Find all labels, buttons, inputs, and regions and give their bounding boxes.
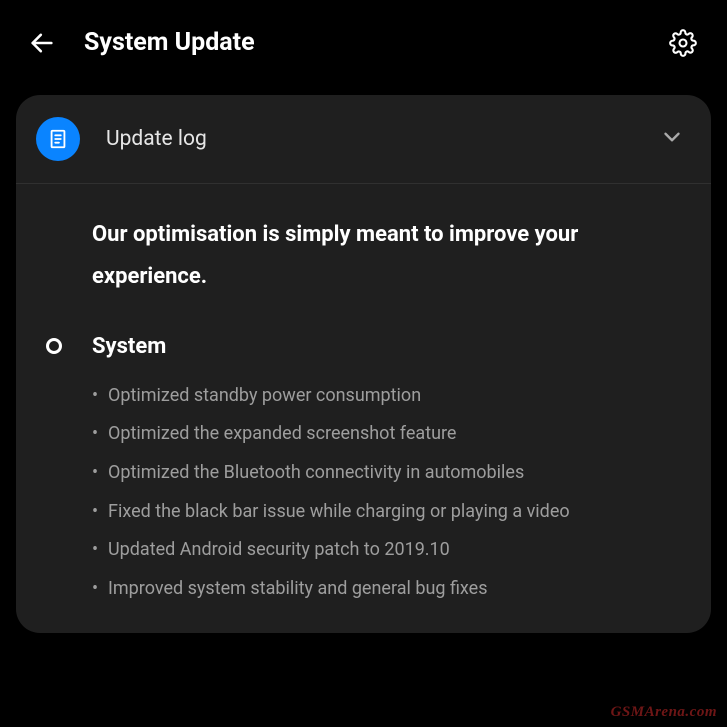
card-body: Our optimisation is simply meant to impr… [16, 184, 711, 633]
settings-button[interactable] [669, 29, 697, 57]
section-bullet-icon [46, 338, 62, 354]
app-header: System Update [0, 0, 727, 85]
update-log-card: Update log Our optimisation is simply me… [16, 95, 711, 633]
page-title: System Update [84, 28, 255, 57]
arrow-left-icon [28, 29, 56, 57]
intro-text: Our optimisation is simply meant to impr… [92, 214, 689, 298]
list-item: Updated Android security patch to 2019.1… [92, 531, 689, 570]
back-button[interactable] [28, 29, 56, 57]
watermark: GSMArena.com [611, 704, 717, 721]
list-item: Optimized standby power consumption [92, 377, 689, 416]
list-item: Improved system stability and general bu… [92, 570, 689, 609]
section-title: System [92, 334, 166, 359]
update-log-header[interactable]: Update log [16, 95, 711, 184]
list-item: Fixed the black bar issue while charging… [92, 493, 689, 532]
header-left-group: System Update [28, 28, 255, 57]
document-icon [36, 117, 80, 161]
section-header: System [38, 334, 689, 359]
changelog-list: Optimized standby power consumption Opti… [92, 377, 689, 609]
list-item: Optimized the Bluetooth connectivity in … [92, 454, 689, 493]
gear-icon [669, 29, 697, 57]
card-title: Update log [106, 127, 659, 151]
chevron-down-icon [659, 124, 685, 154]
list-item: Optimized the expanded screenshot featur… [92, 415, 689, 454]
